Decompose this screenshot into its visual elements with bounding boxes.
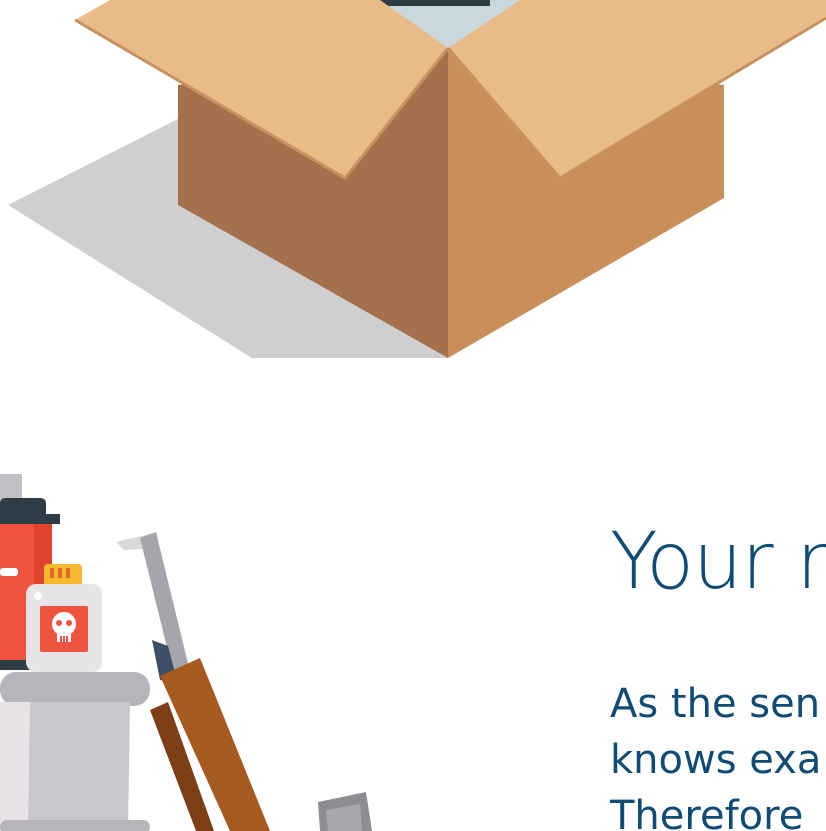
page: Your r As the sen knows exa Therefore xyxy=(0,0,826,831)
section-body-text: As the sen knows exa Therefore xyxy=(610,676,821,831)
body-line: As the sen xyxy=(610,681,821,727)
grey-bin-rim xyxy=(0,672,150,706)
cardboard-box-illustration xyxy=(8,0,826,358)
section-heading: Your r xyxy=(610,517,826,607)
body-line: Therefore xyxy=(610,793,804,831)
body-line: knows exa xyxy=(610,737,822,783)
poison-bottle-cap xyxy=(44,564,82,586)
box-interior-item xyxy=(370,0,490,6)
junk-items-illustration xyxy=(0,474,372,831)
